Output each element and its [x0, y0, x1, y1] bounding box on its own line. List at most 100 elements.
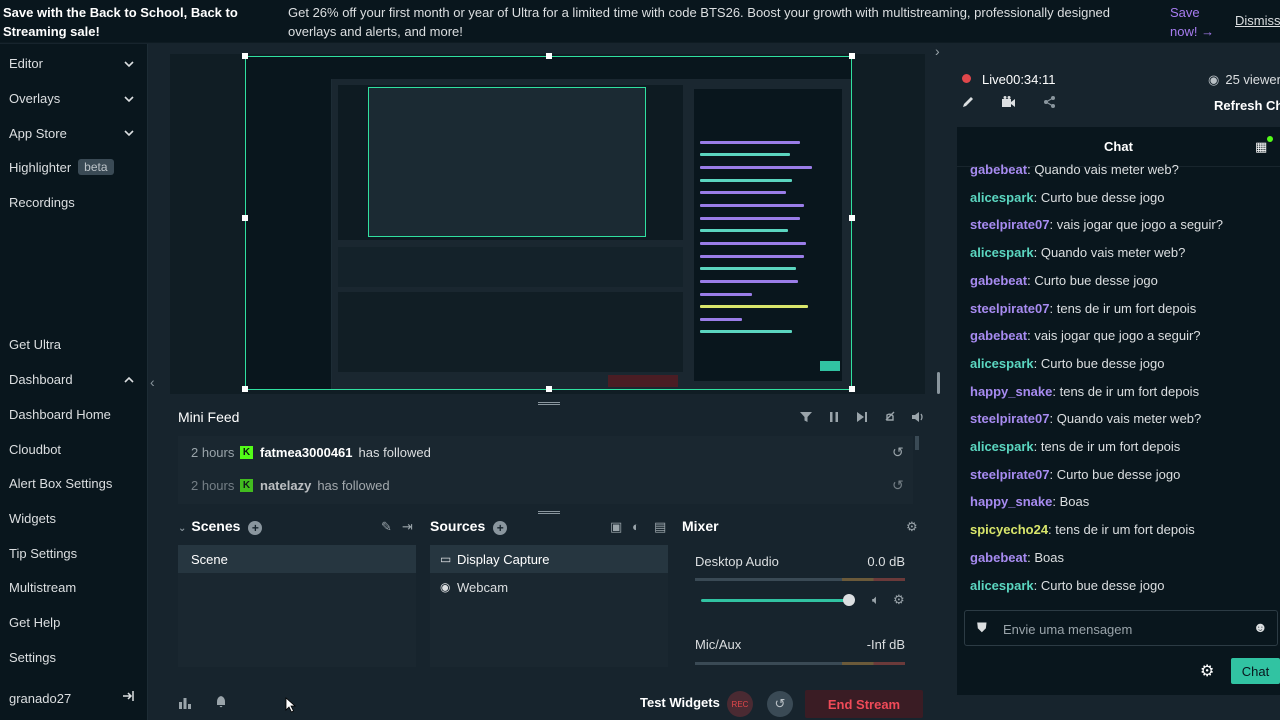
chat-username[interactable]: gabebeat [970, 550, 1027, 565]
chat-username[interactable]: alicespark [970, 190, 1034, 205]
preview-scrollbar[interactable] [937, 372, 940, 394]
sidebar-item-get-ultra[interactable]: Get Ultra [9, 337, 61, 352]
edit-stream-info-icon[interactable] [961, 95, 975, 109]
emoji-icon[interactable]: ☻ [1253, 619, 1268, 635]
source-label: Webcam [457, 579, 509, 595]
camera-icon[interactable] [1001, 95, 1016, 109]
chevron-right-icon[interactable]: › [935, 43, 940, 59]
chat-username[interactable]: alicespark [970, 245, 1034, 260]
resize-handle[interactable] [546, 53, 552, 59]
chat-username[interactable]: spicyecho24 [970, 522, 1048, 537]
chat-username[interactable]: gabebeat [970, 273, 1027, 288]
chevron-down-icon[interactable]: ⌄ [178, 523, 186, 534]
chat-username[interactable]: gabebeat [970, 162, 1027, 177]
logout-icon[interactable] [121, 689, 135, 703]
gear-icon[interactable]: ⚙ [906, 519, 918, 535]
transition-icon[interactable]: ✎ [381, 519, 392, 535]
sidebar-item-dashboard-home[interactable]: Dashboard Home [9, 407, 111, 422]
chat-username[interactable]: gabebeat [970, 328, 1027, 343]
save-now-link[interactable]: Save now! → [1170, 3, 1230, 41]
chevron-down-icon[interactable] [124, 59, 134, 69]
chat-input[interactable] [1003, 619, 1243, 639]
chat-settings-gear-icon[interactable]: ⚙ [1200, 661, 1214, 681]
feed-scrollbar[interactable] [915, 436, 919, 450]
chat-username[interactable]: alicespark [970, 439, 1034, 454]
scene-item[interactable]: Scene [178, 545, 416, 573]
chat-text: vais jogar que jogo a seguir? [1034, 328, 1201, 344]
sidebar-item-tip-settings[interactable]: Tip Settings [9, 546, 77, 561]
chat-separator: : [1049, 217, 1057, 233]
chat-username[interactable]: alicespark [970, 356, 1034, 371]
chat-username[interactable]: happy_snake [970, 384, 1052, 399]
chat-send-button[interactable]: Chat [1231, 658, 1280, 684]
source-item-display-capture[interactable]: ▭ Display Capture [430, 545, 668, 573]
replay-alert-icon[interactable]: ↺ [892, 444, 904, 461]
pause-icon[interactable] [826, 409, 842, 425]
resize-handle[interactable] [849, 386, 855, 392]
chevron-down-icon[interactable] [124, 128, 134, 138]
sidebar-user[interactable]: granado27 [9, 691, 71, 706]
chat-message: steelpirate07: vais jogar que jogo a seg… [970, 217, 1223, 232]
replay-buffer-icon[interactable]: ↺ [767, 691, 793, 717]
collapse-sidebar-icon[interactable]: ‹ [150, 374, 155, 390]
resize-handle[interactable] [546, 386, 552, 392]
sidebar-item-app-store[interactable]: App Store [9, 126, 67, 141]
add-source-button[interactable]: + [493, 521, 508, 535]
resize-grip[interactable] [538, 402, 560, 405]
sidebar-item-multistream[interactable]: Multistream [9, 580, 76, 595]
mixer-channel-db: 0.0 dB [867, 554, 905, 569]
add-folder-icon[interactable]: ▤ [654, 519, 666, 535]
sidebar-item-cloudbot[interactable]: Cloudbot [9, 442, 61, 457]
dismiss-link[interactable]: Dismiss [1235, 13, 1280, 28]
sidebar-item-overlays[interactable]: Overlays [9, 91, 60, 106]
end-stream-button[interactable]: End Stream [805, 690, 923, 718]
shield-icon[interactable]: ⛊ [977, 620, 987, 636]
source-item-webcam[interactable]: ◉ Webcam [430, 573, 668, 601]
resize-handle[interactable] [242, 215, 248, 221]
chat-users-icon[interactable]: ▦ [1255, 139, 1267, 155]
sidebar-item-widgets[interactable]: Widgets [9, 511, 56, 526]
chevron-up-icon[interactable] [124, 375, 134, 385]
chat-username[interactable]: alicespark [970, 578, 1034, 593]
add-scene-button[interactable]: + [248, 521, 263, 535]
sidebar-item-get-help[interactable]: Get Help [9, 615, 60, 630]
resize-handle[interactable] [242, 53, 248, 59]
resize-handle[interactable] [242, 386, 248, 392]
display-capture-preview[interactable] [245, 56, 852, 390]
chat-username[interactable]: steelpirate07 [970, 411, 1050, 426]
skip-icon[interactable] [854, 409, 870, 425]
test-widgets-button[interactable]: Test Widgets [640, 695, 720, 710]
volume-slider-knob[interactable] [843, 594, 855, 606]
resize-handle[interactable] [849, 215, 855, 221]
record-button[interactable]: REC [727, 691, 753, 717]
gear-icon[interactable]: ⚙ [893, 592, 905, 608]
mute-alerts-icon[interactable] [882, 409, 898, 425]
chat-username[interactable]: happy_snake [970, 494, 1052, 509]
sidebar-item-alert-box-settings[interactable]: Alert Box Settings [9, 476, 112, 491]
share-icon[interactable] [1043, 95, 1056, 109]
chevron-down-icon[interactable] [124, 94, 134, 104]
sidebar-item-editor[interactable]: Editor [9, 56, 43, 71]
chat-username[interactable]: steelpirate07 [970, 301, 1050, 316]
studio-mode-icon[interactable]: ⇥ [402, 519, 413, 535]
refresh-chat-button[interactable]: Refresh Chat [1214, 98, 1280, 113]
volume-icon[interactable] [910, 409, 926, 425]
sidebar-item-recordings[interactable]: Recordings [9, 195, 75, 210]
chat-message: happy_snake: Boas [970, 494, 1089, 509]
sidebar-item-settings[interactable]: Settings [9, 650, 56, 665]
stats-icon[interactable] [178, 696, 192, 710]
chat-username[interactable]: steelpirate07 [970, 467, 1050, 482]
replay-alert-icon[interactable]: ↺ [892, 477, 904, 494]
filter-icon[interactable] [798, 409, 814, 425]
resize-grip[interactable] [538, 511, 560, 514]
preview-chat-line [700, 141, 800, 144]
volume-icon[interactable]: 🔈︎ [872, 592, 880, 608]
bell-icon[interactable] [214, 695, 228, 709]
volume-slider-track[interactable] [701, 599, 849, 602]
selective-recording-icon[interactable]: ◐ [632, 519, 640, 534]
chat-username[interactable]: steelpirate07 [970, 217, 1050, 232]
sidebar-item-highlighter[interactable]: Highlighter beta [9, 159, 114, 175]
sidebar-item-dashboard[interactable]: Dashboard [9, 372, 73, 387]
resize-handle[interactable] [849, 53, 855, 59]
folder-icon[interactable]: ▣ [610, 519, 622, 535]
